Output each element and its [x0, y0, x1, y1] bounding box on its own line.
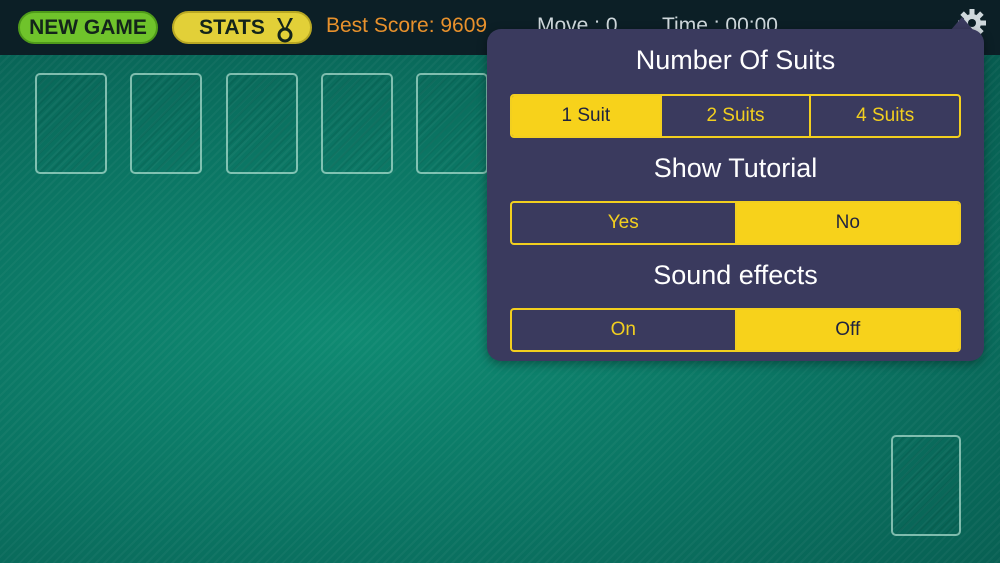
suits-option-2[interactable]: 2 Suits [659, 96, 810, 136]
settings-popup: Number Of Suits 1 Suit 2 Suits 4 Suits S… [487, 29, 984, 361]
new-game-button[interactable]: NEW GAME [18, 11, 158, 44]
tutorial-option-no[interactable]: No [734, 203, 959, 243]
suits-selector: 1 Suit 2 Suits 4 Suits [510, 94, 961, 138]
tutorial-selector: Yes No [510, 201, 961, 245]
tutorial-option-yes[interactable]: Yes [512, 203, 735, 243]
tutorial-title: Show Tutorial [653, 153, 818, 183]
foundation-slot[interactable] [226, 73, 298, 174]
stats-button[interactable]: STATS [172, 11, 312, 44]
medal-icon [277, 18, 293, 43]
sound-option-on[interactable]: On [512, 310, 735, 350]
sound-option-off[interactable]: Off [734, 310, 959, 350]
sound-selector: On Off [510, 308, 961, 352]
foundation-slot[interactable] [130, 73, 202, 174]
stats-label: STATS [199, 15, 265, 39]
new-game-label: NEW GAME [29, 15, 147, 39]
best-score-text: Best Score: 9609 [326, 14, 488, 37]
foundation-slot[interactable] [321, 73, 393, 174]
foundation-slot[interactable] [35, 73, 107, 174]
stock-pile-slot[interactable] [891, 435, 961, 536]
foundation-slot[interactable] [416, 73, 488, 174]
suits-option-4[interactable]: 4 Suits [809, 96, 959, 136]
suits-option-1[interactable]: 1 Suit [512, 96, 660, 136]
suits-title: Number Of Suits [635, 45, 836, 75]
sound-title: Sound effects [653, 260, 818, 290]
